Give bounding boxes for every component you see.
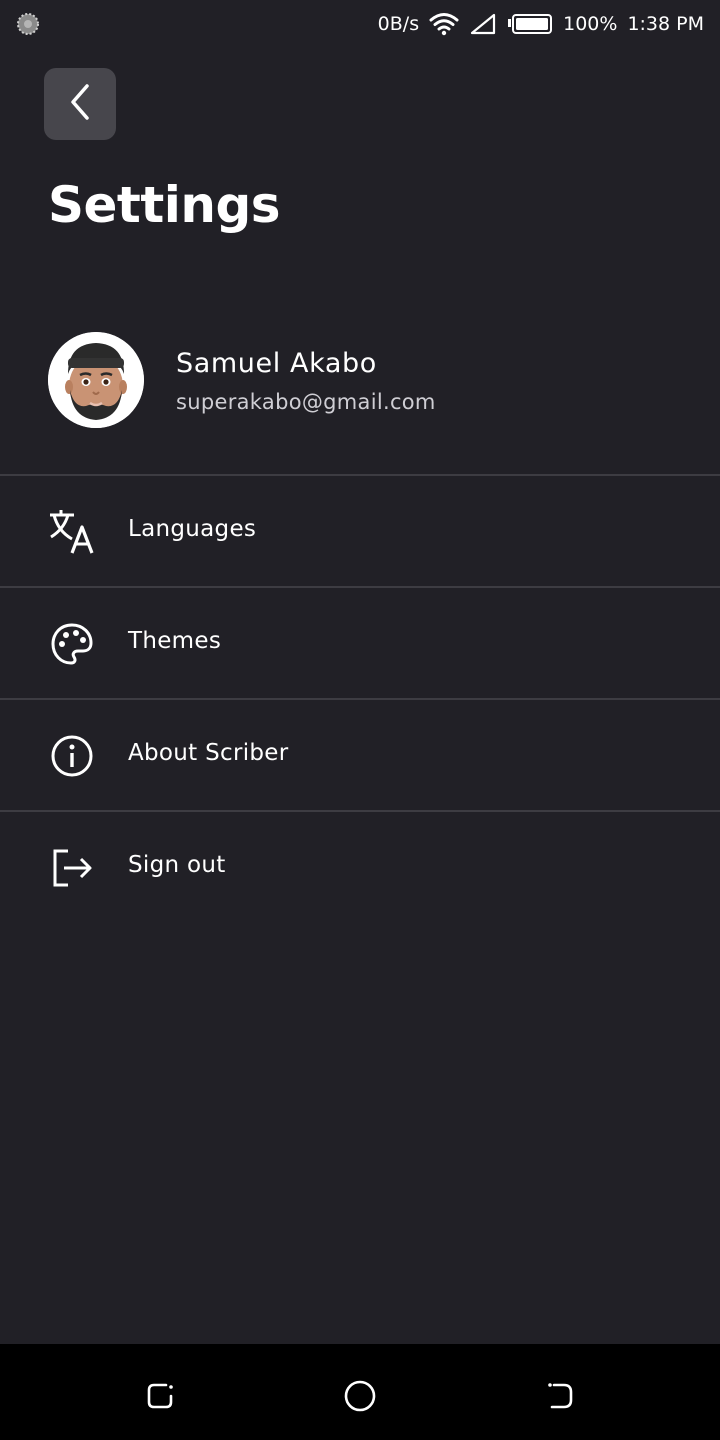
profile-name: Samuel Akabo: [176, 348, 377, 379]
net-speed: 0B/s: [377, 13, 420, 35]
home-button[interactable]: [340, 1376, 380, 1416]
status-bar: 0B/s 100% 1:38 PM: [0, 0, 720, 48]
profile-email: superakabo@gmail.com: [176, 390, 436, 414]
avatar: [48, 332, 144, 428]
translate-icon: [48, 509, 96, 555]
navigation-bar: [0, 1344, 720, 1440]
recent-apps-button[interactable]: [140, 1376, 180, 1416]
back-nav-button[interactable]: [540, 1376, 580, 1416]
battery-icon: [507, 13, 553, 35]
back-button[interactable]: [44, 68, 116, 140]
menu-item-label: Sign out: [128, 852, 226, 878]
chevron-left-icon: [65, 82, 95, 127]
page-title: Settings: [48, 176, 281, 234]
menu-item-label: About Scriber: [128, 740, 289, 766]
loading-indicator-icon: [16, 12, 40, 36]
menu-item-about[interactable]: About Scriber: [0, 700, 720, 810]
menu-item-sign-out[interactable]: Sign out: [0, 812, 720, 922]
wifi-icon: [429, 12, 459, 36]
menu-item-label: Themes: [128, 628, 222, 654]
menu-item-themes[interactable]: Themes: [0, 588, 720, 698]
menu-item-languages[interactable]: Languages: [0, 476, 720, 586]
palette-icon: [48, 621, 96, 667]
menu-item-label: Languages: [128, 516, 257, 542]
info-icon: [48, 733, 96, 779]
profile-card[interactable]: Samuel Akabo superakabo@gmail.com: [48, 332, 688, 428]
clock: 1:38 PM: [627, 13, 704, 35]
sign-out-icon: [48, 845, 96, 891]
battery-percent: 100%: [563, 13, 618, 35]
cell-signal-icon: [469, 12, 497, 36]
